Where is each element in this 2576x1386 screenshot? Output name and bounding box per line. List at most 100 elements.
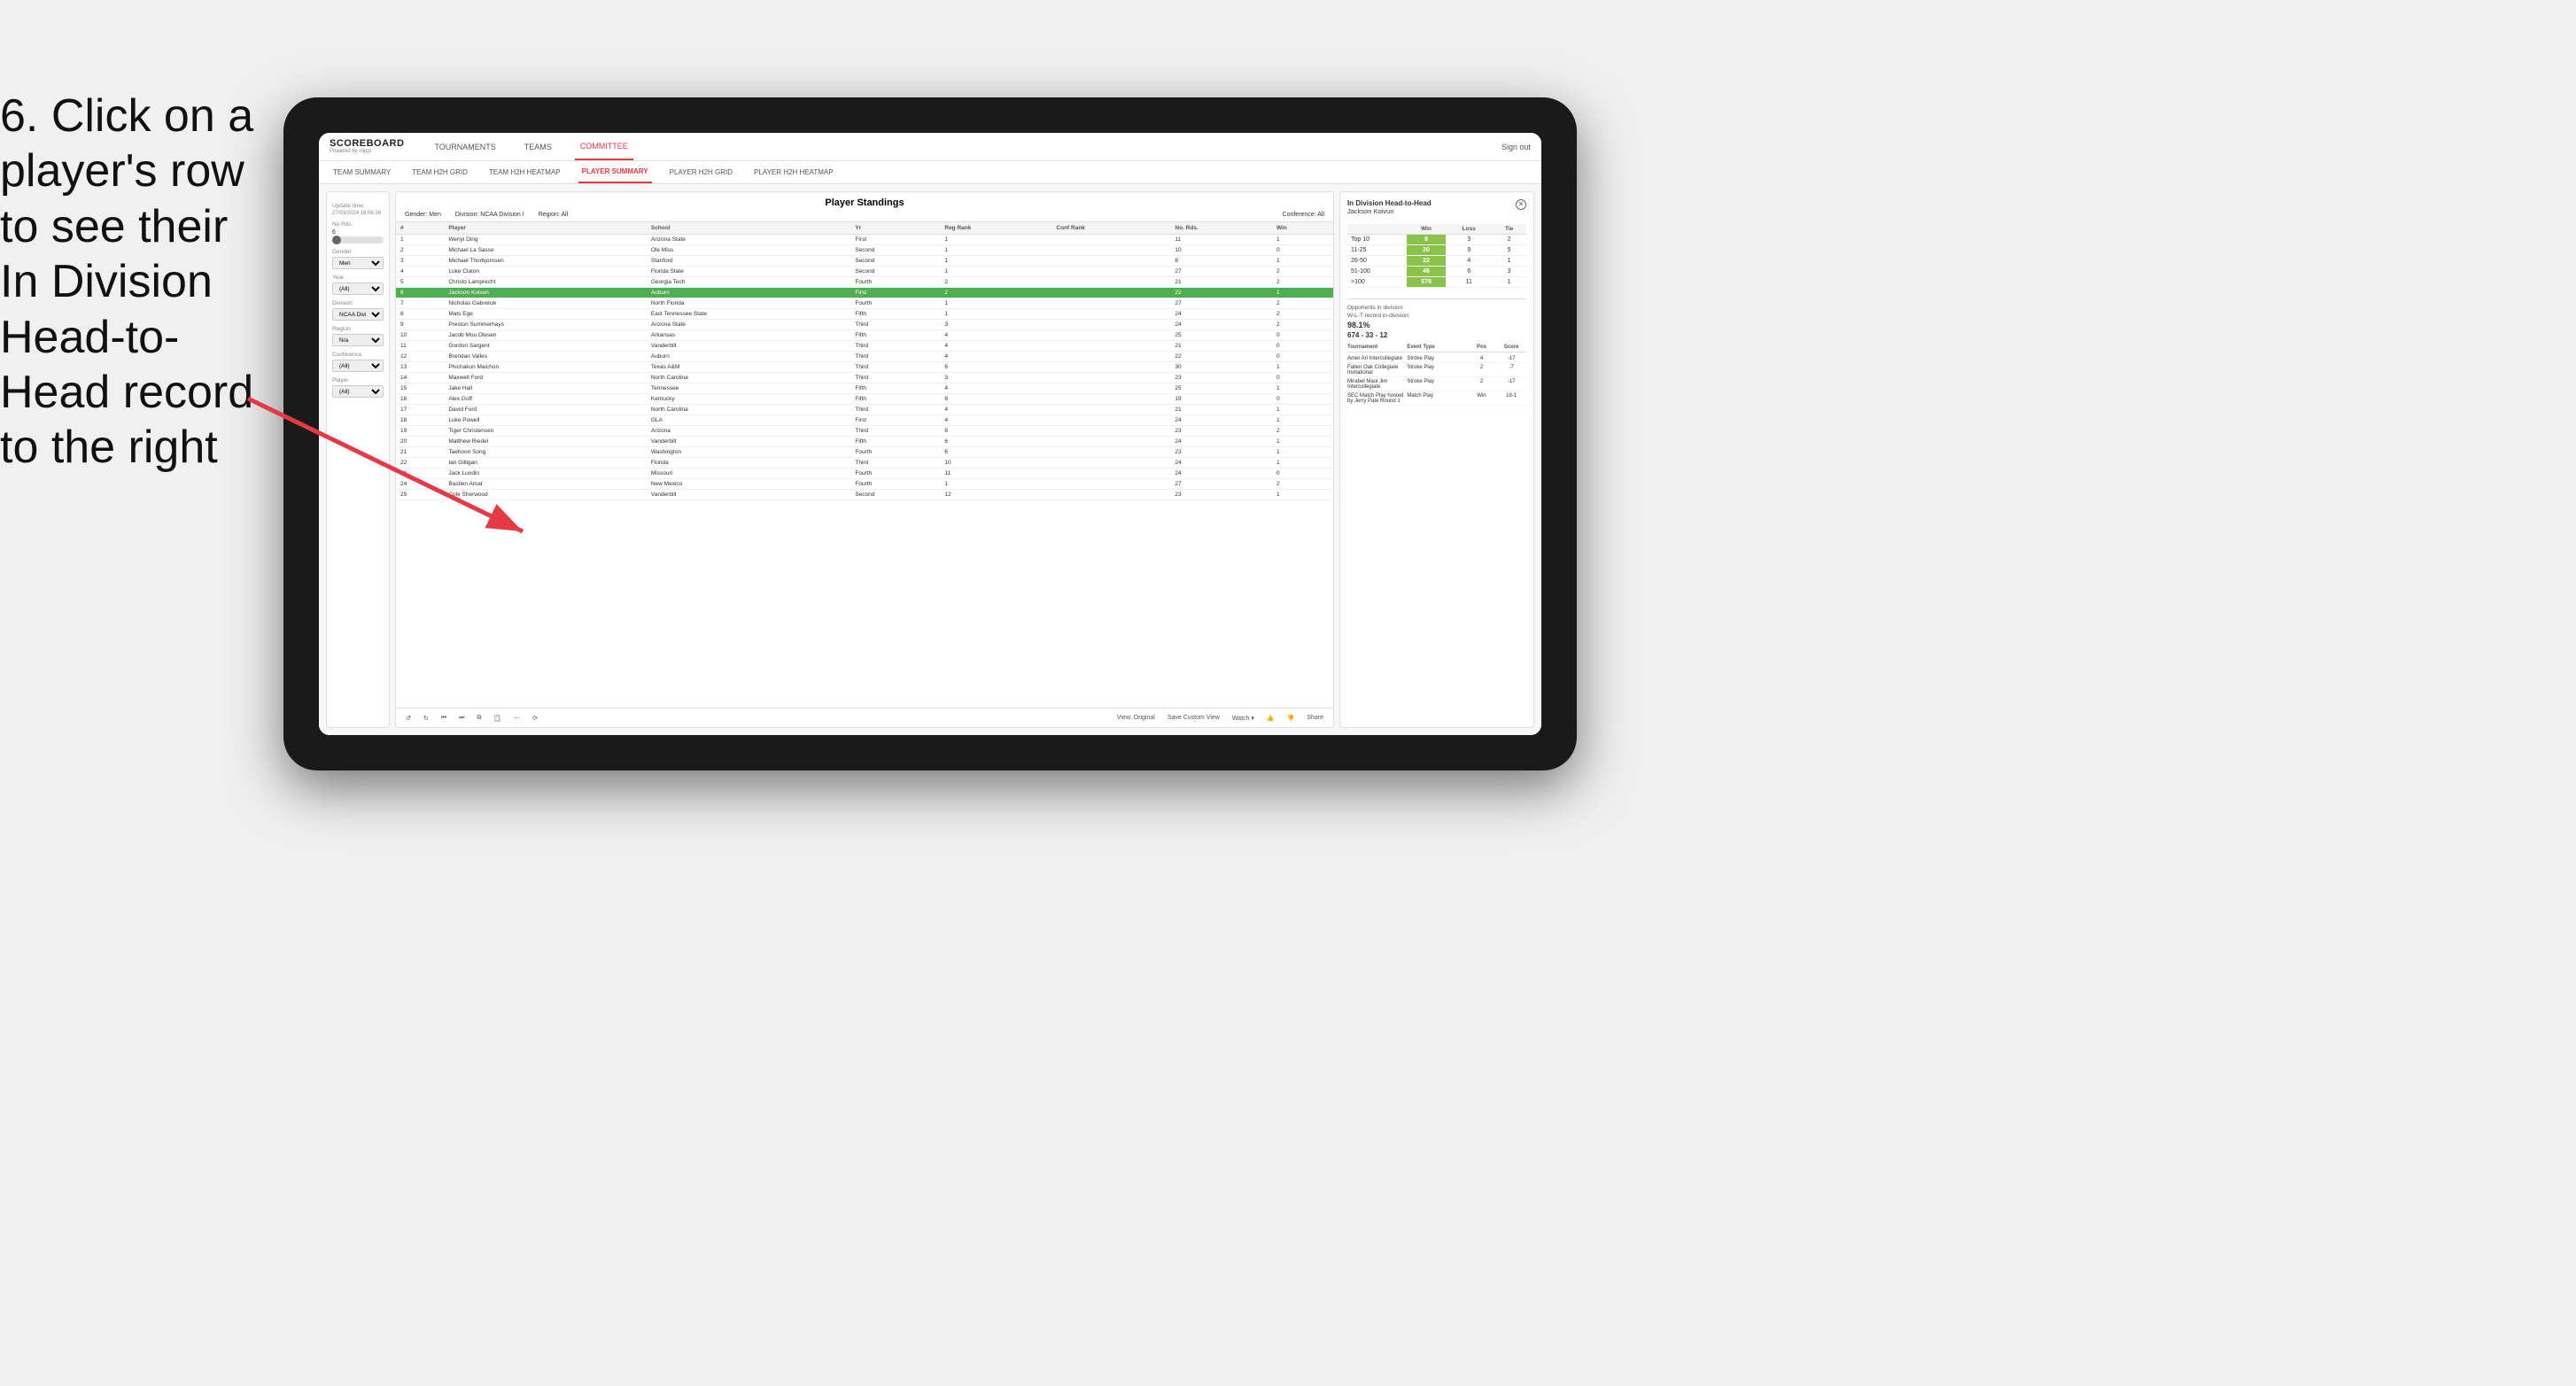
cell-yr: Second xyxy=(850,256,940,267)
paste-button[interactable]: 📋 xyxy=(491,714,504,723)
cell-player: Christo Lamprecht xyxy=(444,277,647,288)
sub-nav-team-h2h-grid[interactable]: TEAM H2H GRID xyxy=(408,161,471,183)
tournament-list: Amer Ari Intercollegiate Stroke Play 4 -… xyxy=(1347,354,1526,406)
cell-reg-rank: 6 xyxy=(940,362,1051,373)
undo-button[interactable]: ↺ xyxy=(403,714,414,723)
cell-win: 1 xyxy=(1272,362,1333,373)
h2h-close-button[interactable]: ✕ xyxy=(1516,199,1526,210)
cell-reg-rank: 4 xyxy=(940,415,1051,426)
watch-button[interactable]: Watch ▾ xyxy=(1230,714,1257,723)
view-original-button[interactable]: View: Original xyxy=(1114,714,1158,722)
h2h-stats: Opponents in division: W-L-T record in-d… xyxy=(1347,298,1526,406)
cell-conf-rank xyxy=(1051,383,1170,394)
cell-no-rds: 24 xyxy=(1170,320,1272,330)
step-forward-button[interactable]: ⏭ xyxy=(456,714,467,723)
year-select[interactable]: (All) xyxy=(332,283,384,295)
col-yr: Yr xyxy=(850,222,940,235)
cell-player: David Ford xyxy=(444,405,647,415)
table-row[interactable]: 16 Alex Goff Kentucky Fifth 8 19 0 xyxy=(396,394,1333,405)
sub-nav-player-h2h-heatmap[interactable]: PLAYER H2H HEATMAP xyxy=(750,161,837,183)
table-row[interactable]: 23 Jack Lundin Missouri Fourth 11 24 0 xyxy=(396,468,1333,479)
table-row[interactable]: 21 Taehoon Song Washington Fourth 6 23 1 xyxy=(396,447,1333,458)
table-row[interactable]: 5 Christo Lamprecht Georgia Tech Fourth … xyxy=(396,277,1333,288)
more-button[interactable]: ⋯ xyxy=(511,714,523,723)
cell-player: Alex Goff xyxy=(444,394,647,405)
cell-conf-rank xyxy=(1051,235,1170,245)
gender-select[interactable]: Men xyxy=(332,257,384,269)
cell-win: 1 xyxy=(1272,437,1333,447)
tournament-score: 18-1 xyxy=(1496,393,1526,404)
h2h-tournament-header: Tournament Event Type Pos Score xyxy=(1347,345,1526,352)
table-row[interactable]: 8 Mats Ege East Tennessee State Fifth 1 … xyxy=(396,309,1333,320)
table-row[interactable]: 22 Ian Gilligan Florida Third 10 24 1 xyxy=(396,458,1333,468)
tournament-name: Fallen Oak Collegiate Invitational xyxy=(1347,365,1407,376)
h2h-table-row: 51-100 46 6 3 xyxy=(1347,267,1526,277)
table-row[interactable]: 15 Jake Hall Tennessee Fifth 4 25 1 xyxy=(396,383,1333,394)
cell-no-rds: 8 xyxy=(1170,256,1272,267)
table-row[interactable]: 24 Bastien Amat New Mexico Fourth 1 27 2 xyxy=(396,479,1333,490)
table-row[interactable]: 2 Michael La Sasse Ole Miss Second 1 10 … xyxy=(396,245,1333,256)
cell-yr: Fourth xyxy=(850,298,940,309)
redo-button[interactable]: ↻ xyxy=(421,714,431,723)
cell-win: 2 xyxy=(1272,479,1333,490)
table-row[interactable]: 12 Brendan Valles Auburn Third 4 22 0 xyxy=(396,352,1333,362)
table-row[interactable]: 13 Phichakun Maichon Texas A&M Third 6 3… xyxy=(396,362,1333,373)
cell-no-rds: 27 xyxy=(1170,479,1272,490)
nav-teams[interactable]: TEAMS xyxy=(519,133,557,160)
cell-school: New Mexico xyxy=(647,479,851,490)
tournament-score: -17 xyxy=(1496,379,1526,390)
table-row[interactable]: 25 Cole Sherwood Vanderbilt Second 12 23… xyxy=(396,490,1333,500)
nav-tournaments[interactable]: TOURNAMENTS xyxy=(429,133,500,160)
sign-out-button[interactable]: Sign out xyxy=(1501,143,1531,151)
cell-player: Wenyi Ding xyxy=(444,235,647,245)
share-button[interactable]: Share xyxy=(1304,714,1326,722)
sub-nav-team-h2h-heatmap[interactable]: TEAM H2H HEATMAP xyxy=(485,161,564,183)
thumbs-up-button[interactable]: 👍 xyxy=(1264,714,1277,723)
player-select[interactable]: (All) xyxy=(332,385,384,398)
table-row[interactable]: 10 Jacob Mou Olesen Arkansas Fifth 4 25 … xyxy=(396,330,1333,341)
cell-player: Ian Gilligan xyxy=(444,458,647,468)
table-row[interactable]: 7 Nicholas Gabrelcik North Florida Fourt… xyxy=(396,298,1333,309)
table-row[interactable]: 9 Preston Summerhays Arizona State Third… xyxy=(396,320,1333,330)
cell-player: Bastien Amat xyxy=(444,479,647,490)
table-row[interactable]: 19 Tiger Christensen Arizona Third 8 23 … xyxy=(396,426,1333,437)
cell-school: Arkansas xyxy=(647,330,851,341)
tournament-score: -17 xyxy=(1496,356,1526,361)
division-filter-display: Division: NCAA Division I xyxy=(455,212,524,218)
tablet-screen: SCOREBOARD Powered by clippi TOURNAMENTS… xyxy=(319,133,1541,735)
h2h-range: Top 10 xyxy=(1347,235,1407,245)
table-row[interactable]: 17 David Ford North Carolina Third 4 21 … xyxy=(396,405,1333,415)
cell-rank: 13 xyxy=(396,362,444,373)
sub-nav-team-summary[interactable]: TEAM SUMMARY xyxy=(330,161,394,183)
table-row[interactable]: 20 Matthew Riedel Vanderbilt Fifth 6 24 … xyxy=(396,437,1333,447)
region-select[interactable]: N/a xyxy=(332,334,384,346)
refresh-button[interactable]: ⟳ xyxy=(530,714,540,723)
cell-rank: 23 xyxy=(396,468,444,479)
cell-conf-rank xyxy=(1051,320,1170,330)
cell-player: Phichakun Maichon xyxy=(444,362,647,373)
table-row[interactable]: 4 Luke Claton Florida State Second 1 27 … xyxy=(396,267,1333,277)
sub-nav-player-summary[interactable]: PLAYER SUMMARY xyxy=(578,161,652,183)
h2h-tie: 1 xyxy=(1492,256,1526,267)
division-select[interactable]: NCAA Division I xyxy=(332,308,384,321)
nav-committee[interactable]: COMMITTEE xyxy=(575,133,633,160)
table-row[interactable]: 11 Gordon Sargent Vanderbilt Third 4 21 … xyxy=(396,341,1333,352)
h2h-loss: 9 xyxy=(1446,245,1492,256)
col-reg-rank: Reg Rank xyxy=(940,222,1051,235)
cell-player: Tiger Christensen xyxy=(444,426,647,437)
cell-yr: Fifth xyxy=(850,330,940,341)
cell-win: 2 xyxy=(1272,267,1333,277)
thumbs-down-button[interactable]: 👎 xyxy=(1284,714,1298,723)
save-custom-button[interactable]: Save Custom View xyxy=(1165,714,1222,722)
table-row[interactable]: 1 Wenyi Ding Arizona State First 1 11 1 xyxy=(396,235,1333,245)
sub-nav-player-h2h-grid[interactable]: PLAYER H2H GRID xyxy=(666,161,736,183)
table-row[interactable]: 18 Luke Powell GLA First 4 24 1 xyxy=(396,415,1333,426)
copy-button[interactable]: ⧉ xyxy=(474,714,484,723)
cell-rank: 15 xyxy=(396,383,444,394)
step-back-button[interactable]: ⏮ xyxy=(438,714,449,723)
table-row[interactable]: 6 Jackson Koivun Auburn First 2 22 1 xyxy=(396,288,1333,298)
h2h-tie: 3 xyxy=(1492,267,1526,277)
conference-select[interactable]: (All) xyxy=(332,360,384,372)
table-row[interactable]: 3 Michael Thorbjornsen Stanford Second 1… xyxy=(396,256,1333,267)
table-row[interactable]: 14 Maxwell Ford North Carolina Third 3 2… xyxy=(396,373,1333,383)
